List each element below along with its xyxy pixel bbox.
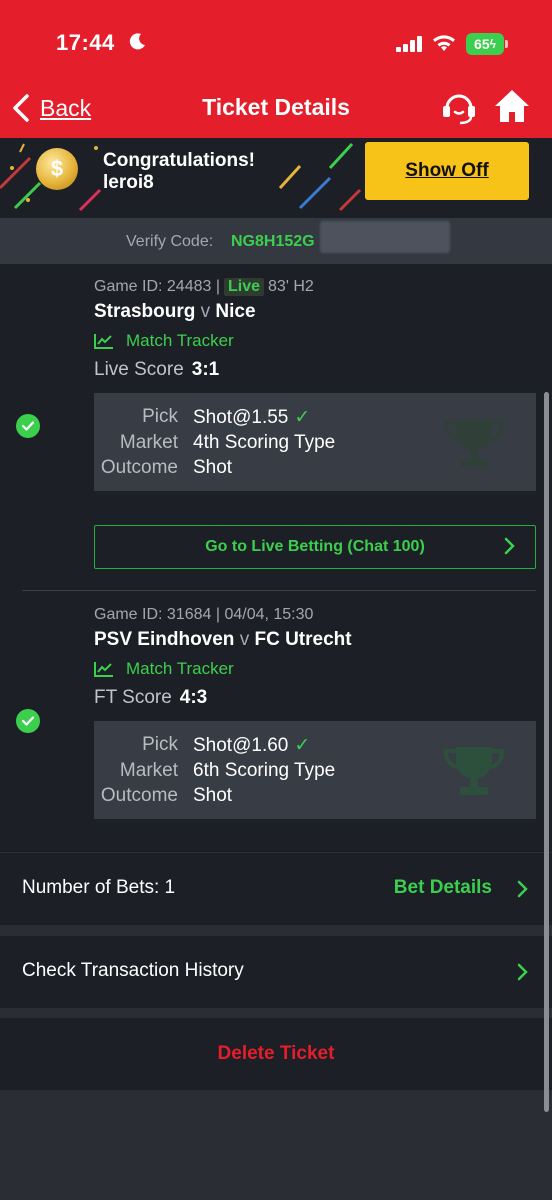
status-bar: 17:44 65 ϟ bbox=[0, 0, 552, 80]
number-of-bets: Number of Bets: 1 bbox=[22, 877, 176, 898]
chevron-right-icon bbox=[517, 963, 528, 981]
ticket-card: Game ID: 24483 | Live 83' H2 Strasbourg v … bbox=[0, 264, 552, 852]
outcome-label: Outcome bbox=[100, 457, 178, 478]
match-time: 83' H2 bbox=[268, 278, 314, 295]
bet-details-row[interactable]: Number of Bets: 1 Bet Details bbox=[0, 853, 552, 925]
delete-ticket-button[interactable]: Delete Ticket bbox=[0, 1018, 552, 1090]
market-label: Market bbox=[119, 432, 178, 453]
status-time: 17:44 bbox=[56, 30, 115, 55]
tick-icon: ✓ bbox=[294, 735, 311, 756]
chevron-right-icon bbox=[504, 537, 515, 555]
congrats-text: Congratulations! leroi8 bbox=[103, 150, 255, 194]
battery-level: 65 bbox=[474, 36, 490, 52]
bet-1-teams: Strasbourg v Nice bbox=[94, 301, 256, 323]
score-value: 3:1 bbox=[191, 359, 220, 380]
chart-icon bbox=[94, 334, 113, 349]
pick-label: Pick bbox=[142, 406, 178, 427]
congrats-banner: $ Congratulations! leroi8 Show Off bbox=[0, 138, 552, 218]
bet-2-game-id: Game ID: 31684 | 04/04, 15:30 bbox=[94, 606, 314, 623]
pick-label: Pick bbox=[142, 734, 178, 755]
check-icon bbox=[16, 709, 40, 733]
verify-code-redacted bbox=[320, 221, 450, 253]
pick-value: Shot@1.60 ✓ bbox=[193, 734, 310, 757]
bet-divider bbox=[22, 590, 536, 591]
bet-1-score: Live Score 3:1 bbox=[94, 359, 219, 381]
trophy-icon bbox=[443, 419, 505, 467]
congrats-title: Congratulations! bbox=[103, 150, 255, 171]
market-value: 6th Scoring Type bbox=[193, 760, 336, 781]
game-id-text: Game ID: 24483 | bbox=[94, 278, 220, 295]
pick-text: Shot@1.55 bbox=[193, 407, 289, 428]
congrats-username: leroi8 bbox=[103, 172, 154, 193]
outcome-value: Shot bbox=[193, 457, 233, 478]
moon-icon bbox=[129, 33, 145, 50]
trophy-icon bbox=[443, 747, 505, 795]
wifi-icon bbox=[433, 35, 455, 51]
check-icon bbox=[16, 414, 40, 438]
match-tracker-link[interactable]: Match Tracker bbox=[94, 659, 234, 679]
app-header: 17:44 65 ϟ Back Ticket Details bbox=[0, 0, 552, 138]
score-label: Live Score bbox=[94, 359, 184, 380]
signal-icon bbox=[396, 36, 422, 52]
score-label: FT Score bbox=[94, 687, 172, 708]
transaction-history-label: Check Transaction History bbox=[22, 960, 244, 981]
chevron-right-icon bbox=[517, 880, 528, 898]
verify-code-label: Verify Code: bbox=[126, 233, 214, 250]
pick-text: Shot@1.60 bbox=[193, 735, 289, 756]
away-team: FC Utrecht bbox=[254, 629, 352, 650]
tick-icon: ✓ bbox=[294, 407, 311, 428]
back-label: Back bbox=[40, 94, 92, 121]
support-headset-icon[interactable] bbox=[440, 88, 478, 126]
show-off-button[interactable]: Show Off bbox=[365, 142, 529, 200]
live-betting-label: Go to Live Betting (Chat 100) bbox=[205, 538, 425, 555]
away-team: Nice bbox=[215, 301, 256, 322]
transaction-history-row[interactable]: Check Transaction History bbox=[0, 936, 552, 1008]
scrollbar[interactable] bbox=[544, 392, 549, 1112]
back-chevron-icon bbox=[13, 94, 29, 122]
market-value: 4th Scoring Type bbox=[193, 432, 336, 453]
back-button[interactable]: Back bbox=[12, 90, 91, 126]
bet-details-link[interactable]: Bet Details bbox=[394, 877, 492, 899]
outcome-label: Outcome bbox=[100, 785, 178, 806]
live-betting-button[interactable]: Go to Live Betting (Chat 100) bbox=[94, 525, 536, 569]
delete-ticket-label: Delete Ticket bbox=[217, 1043, 335, 1064]
bet-1-game-id: Game ID: 24483 | Live 83' H2 bbox=[94, 278, 314, 296]
battery-icon: 65 ϟ bbox=[466, 33, 504, 55]
bet-1-pick-box: Pick Shot@1.55 ✓ Market 4th Scoring Type … bbox=[94, 393, 536, 491]
verify-code-bar: Verify Code: NG8H152G bbox=[0, 218, 552, 264]
battery-tip bbox=[505, 40, 508, 48]
home-team: PSV Eindhoven bbox=[94, 629, 235, 650]
coin-icon: $ bbox=[36, 148, 78, 190]
match-tracker-label: Match Tracker bbox=[126, 331, 234, 350]
match-tracker-label: Match Tracker bbox=[126, 659, 234, 678]
pick-value: Shot@1.55 ✓ bbox=[193, 406, 310, 429]
bet-2-score: FT Score 4:3 bbox=[94, 687, 207, 709]
chart-icon bbox=[94, 662, 113, 677]
score-value: 4:3 bbox=[179, 687, 208, 708]
outcome-value: Shot bbox=[193, 785, 233, 806]
versus: v bbox=[239, 629, 250, 650]
market-label: Market bbox=[119, 760, 178, 781]
home-team: Strasbourg bbox=[94, 301, 196, 322]
home-icon[interactable] bbox=[493, 88, 531, 124]
live-badge: Live bbox=[224, 278, 265, 296]
bet-2-teams: PSV Eindhoven v FC Utrecht bbox=[94, 629, 352, 651]
verify-code-value: NG8H152G bbox=[231, 233, 315, 250]
bet-2-pick-box: Pick Shot@1.60 ✓ Market 6th Scoring Type … bbox=[94, 721, 536, 819]
match-tracker-link[interactable]: Match Tracker bbox=[94, 331, 234, 351]
versus: v bbox=[200, 301, 211, 322]
